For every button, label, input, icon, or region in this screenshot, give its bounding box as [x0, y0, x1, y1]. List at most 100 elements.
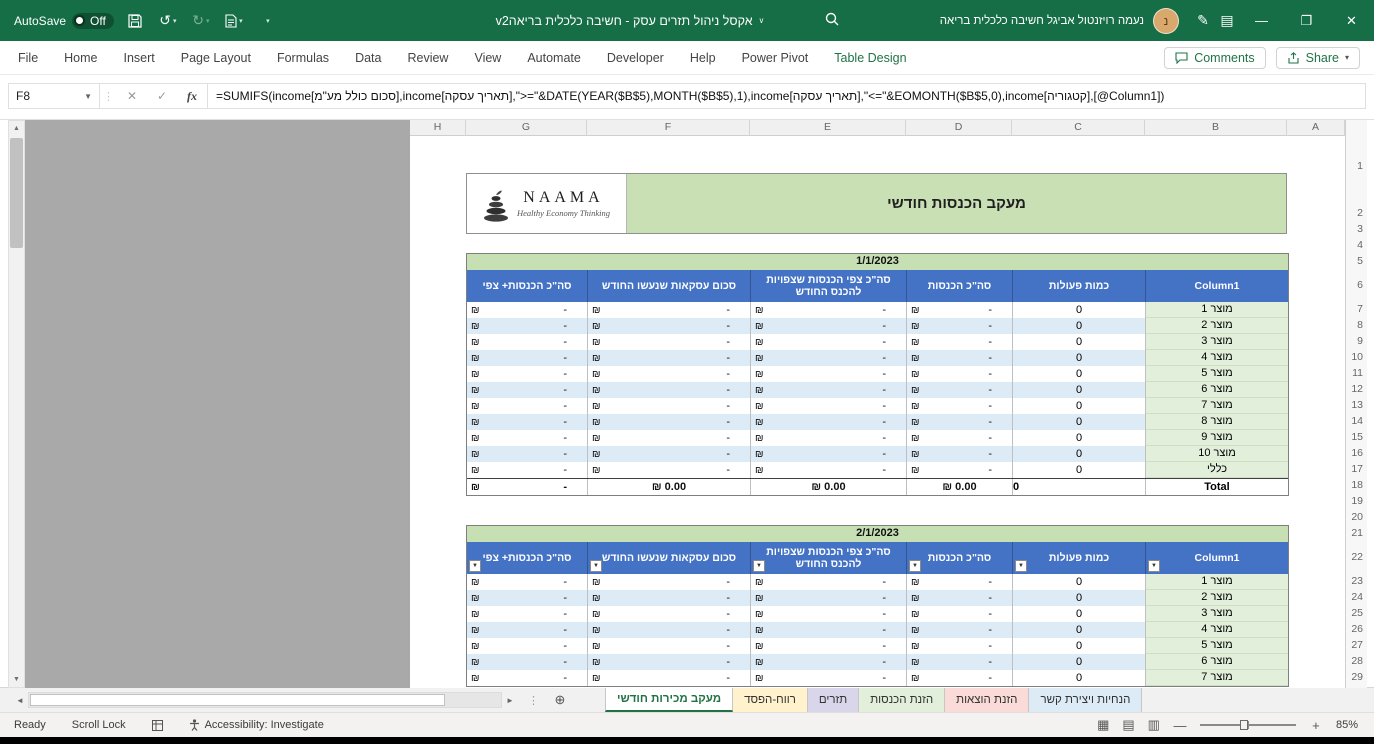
category-cell[interactable]: מוצר 2 — [1146, 318, 1288, 334]
amount-cell[interactable]: ₪- — [588, 318, 751, 334]
scroll-up-button[interactable]: ▲ — [13, 121, 20, 136]
count-cell[interactable]: 0 — [1013, 350, 1146, 366]
category-cell[interactable]: מוצר 4 — [1146, 350, 1288, 366]
close-button[interactable]: ✕ — [1329, 0, 1374, 41]
amount-cell[interactable]: ₪- — [467, 654, 588, 670]
amount-cell[interactable]: ₪- — [751, 638, 907, 654]
amount-cell[interactable]: ₪- — [588, 446, 751, 462]
amount-cell[interactable]: ₪- — [907, 654, 1013, 670]
amount-cell[interactable]: ₪- — [467, 574, 588, 590]
insert-function-button[interactable]: fx — [177, 89, 207, 104]
amount-cell[interactable]: ₪- — [907, 462, 1013, 478]
ribbon-tab-page-layout[interactable]: Page Layout — [181, 51, 251, 65]
row-header-11[interactable]: 11 — [1348, 365, 1363, 381]
ribbon-tab-file[interactable]: File — [18, 51, 38, 65]
amount-cell[interactable]: ₪- — [751, 366, 907, 382]
category-cell[interactable]: מוצר 4 — [1146, 622, 1288, 638]
horizontal-scrollbar[interactable] — [28, 692, 502, 708]
sheet-tab[interactable]: תזרים — [808, 688, 859, 712]
row-header-13[interactable]: 13 — [1348, 397, 1363, 413]
amount-cell[interactable]: ₪- — [907, 334, 1013, 350]
share-button[interactable]: Share ▾ — [1276, 47, 1360, 69]
amount-cell[interactable]: ₪- — [751, 462, 907, 478]
category-cell[interactable]: מוצר 6 — [1146, 382, 1288, 398]
vertical-scroll-thumb[interactable] — [10, 138, 23, 248]
amount-cell[interactable]: ₪- — [751, 606, 907, 622]
sheet-tab[interactable]: הנחיות ויצירת קשר — [1029, 688, 1142, 712]
name-box[interactable]: F8 ▼ — [8, 83, 100, 109]
count-cell[interactable]: 0 — [1013, 414, 1146, 430]
ribbon-tab-formulas[interactable]: Formulas — [277, 51, 329, 65]
row-header-8[interactable]: 8 — [1348, 317, 1363, 333]
count-cell[interactable]: 0 — [1013, 446, 1146, 462]
amount-cell[interactable]: ₪ 0.00 — [907, 479, 1013, 495]
amount-cell[interactable]: ₪- — [467, 430, 588, 446]
amount-cell[interactable]: ₪- — [588, 350, 751, 366]
amount-cell[interactable]: ₪- — [907, 574, 1013, 590]
amount-cell[interactable]: ₪- — [467, 638, 588, 654]
amount-cell[interactable]: ₪- — [588, 398, 751, 414]
window-title[interactable]: אקסל ניהול תזרים עסק - חשיבה כלכלית בריא… — [420, 0, 840, 41]
accessibility-status[interactable]: Accessibility: Investigate — [189, 719, 324, 731]
amount-cell[interactable]: ₪- — [467, 398, 588, 414]
table-month-header[interactable]: 1/1/2023 — [467, 254, 1288, 270]
count-cell[interactable]: 0 — [1013, 638, 1146, 654]
row-header-4[interactable]: 4 — [1348, 237, 1363, 253]
zoom-out-button[interactable]: — — [1173, 718, 1187, 733]
amount-cell[interactable]: ₪- — [588, 430, 751, 446]
amount-cell[interactable]: ₪- — [751, 302, 907, 318]
ribbon-tab-data[interactable]: Data — [355, 51, 381, 65]
category-cell[interactable]: מוצר 7 — [1146, 398, 1288, 414]
row-header-5[interactable]: 5 — [1348, 253, 1363, 269]
autosave-toggle[interactable]: AutoSave Off — [14, 13, 114, 29]
amount-cell[interactable]: ₪- — [467, 479, 588, 495]
amount-cell[interactable]: ₪- — [751, 574, 907, 590]
category-cell[interactable]: מוצר 5 — [1146, 366, 1288, 382]
ribbon-display-options-button[interactable]: ▤ — [1215, 8, 1239, 34]
table-column-header[interactable]: סה"כ צפי הכנסות שצפויות להכנס החודש — [751, 270, 907, 302]
amount-cell[interactable]: ₪- — [588, 382, 751, 398]
table-column-header[interactable]: סה"כ הכנסות+ צפי▼ — [467, 542, 588, 574]
table-column-header[interactable]: סה"כ הכנסות — [907, 270, 1013, 302]
page-layout-view-button[interactable]: ▤ — [1122, 717, 1134, 733]
row-header-16[interactable]: 16 — [1348, 445, 1363, 461]
row-header-14[interactable]: 14 — [1348, 413, 1363, 429]
formula-cancel-button[interactable]: ✕ — [117, 89, 147, 103]
row-header-10[interactable]: 10 — [1348, 349, 1363, 365]
category-cell[interactable]: מוצר 3 — [1146, 606, 1288, 622]
amount-cell[interactable]: ₪- — [907, 638, 1013, 654]
table-column-header[interactable]: Column1▼ — [1146, 542, 1288, 574]
amount-cell[interactable]: ₪- — [467, 446, 588, 462]
amount-cell[interactable]: ₪- — [467, 334, 588, 350]
amount-cell[interactable]: ₪- — [467, 622, 588, 638]
row-header-29[interactable]: 29 — [1348, 669, 1363, 685]
zoom-slider[interactable] — [1200, 724, 1296, 726]
zoom-level[interactable]: 85% — [1336, 719, 1358, 731]
row-header-20[interactable]: 20 — [1348, 509, 1363, 525]
amount-cell[interactable]: ₪- — [907, 590, 1013, 606]
amount-cell[interactable]: ₪- — [751, 430, 907, 446]
tab-splitter-handle[interactable]: ⋮ — [518, 688, 549, 712]
sheet-tab[interactable]: הזנת הכנסות — [859, 688, 945, 712]
amount-cell[interactable]: ₪- — [588, 622, 751, 638]
row-header-18[interactable]: 18 — [1348, 477, 1363, 493]
amount-cell[interactable]: ₪- — [588, 302, 751, 318]
row-header-12[interactable]: 12 — [1348, 381, 1363, 397]
count-cell[interactable]: 0 — [1013, 382, 1146, 398]
row-header-26[interactable]: 26 — [1348, 621, 1363, 637]
count-total-cell[interactable]: 0 — [1013, 479, 1146, 495]
horizontal-scroll-thumb[interactable] — [30, 694, 445, 706]
count-cell[interactable]: 0 — [1013, 590, 1146, 606]
table-month-header[interactable]: 2/1/2023 — [467, 526, 1288, 542]
amount-cell[interactable]: ₪- — [467, 318, 588, 334]
row-header-1[interactable]: 1 — [1348, 158, 1363, 174]
amount-cell[interactable]: ₪- — [588, 334, 751, 350]
save-button[interactable] — [123, 8, 147, 34]
category-cell[interactable]: מוצר 2 — [1146, 590, 1288, 606]
amount-cell[interactable]: ₪- — [588, 638, 751, 654]
category-cell[interactable]: מוצר 5 — [1146, 638, 1288, 654]
amount-cell[interactable]: ₪- — [588, 670, 751, 686]
category-cell[interactable]: מוצר 10 — [1146, 446, 1288, 462]
table-column-header[interactable]: סה"כ צפי הכנסות שצפויות להכנס החודש▼ — [751, 542, 907, 574]
column-header-E[interactable]: E — [750, 120, 906, 136]
